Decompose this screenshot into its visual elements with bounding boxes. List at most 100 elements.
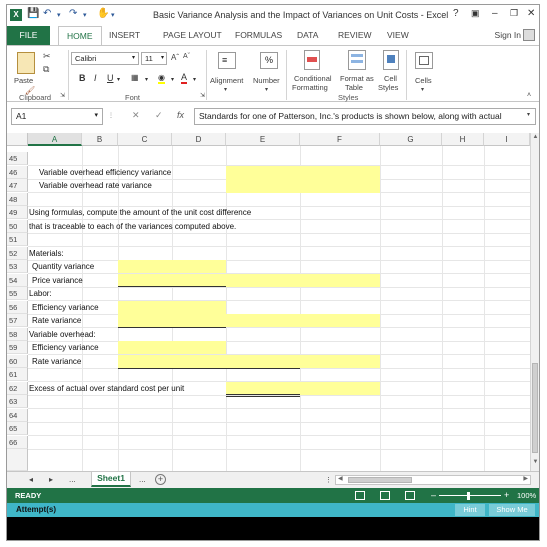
- row-header-51[interactable]: 51: [7, 233, 28, 246]
- column-header-h[interactable]: H: [442, 133, 484, 146]
- tab-review[interactable]: REVIEW: [338, 26, 372, 46]
- scroll-left-icon[interactable]: ◀: [338, 475, 343, 482]
- row-header-62[interactable]: 62: [7, 381, 28, 395]
- chevron-down-icon[interactable]: ▾: [117, 76, 120, 83]
- name-box[interactable]: A1 ▾: [11, 108, 103, 125]
- scroll-down-icon[interactable]: ▼: [531, 459, 539, 469]
- undo-dropdown-icon[interactable]: ▾: [57, 11, 61, 19]
- scroll-right-icon[interactable]: ▶: [523, 475, 528, 482]
- touch-mode-icon[interactable]: ✋: [97, 8, 109, 19]
- row-header-56[interactable]: 56: [7, 300, 28, 314]
- scroll-thumb[interactable]: [348, 477, 412, 483]
- underline-button[interactable]: U: [107, 73, 114, 83]
- sheet-ellipsis[interactable]: ...: [69, 475, 76, 484]
- font-size-select[interactable]: 11 ▾: [141, 52, 167, 65]
- tab-view[interactable]: VIEW: [387, 26, 409, 46]
- column-header-i[interactable]: I: [484, 133, 530, 146]
- tab-page-layout[interactable]: PAGE LAYOUT: [163, 26, 222, 46]
- conditional-formatting-line1[interactable]: Conditional: [294, 74, 332, 83]
- worksheet-grid[interactable]: A B C D E F G H I 45 46 47 48 49 50 51 5…: [7, 133, 530, 471]
- input-cell-c54[interactable]: [118, 273, 226, 287]
- input-cell-e60[interactable]: [226, 354, 380, 368]
- hint-button[interactable]: Hint: [455, 504, 485, 516]
- input-cell-c57[interactable]: [118, 314, 226, 327]
- row-header-55[interactable]: 55: [7, 287, 28, 300]
- ribbon-display-options-icon[interactable]: ▣: [471, 8, 480, 19]
- font-name-select[interactable]: Calibri ▾: [71, 52, 139, 65]
- row-header-66[interactable]: 66: [7, 435, 28, 449]
- cancel-entry-icon[interactable]: ✕: [132, 110, 140, 121]
- row-header-48[interactable]: 48: [7, 192, 28, 206]
- zoom-slider-knob[interactable]: [467, 492, 470, 500]
- copy-icon[interactable]: ⧉: [43, 64, 49, 75]
- row-header-49[interactable]: 49: [7, 206, 28, 219]
- insert-function-icon[interactable]: fx: [177, 110, 184, 120]
- row-header-54[interactable]: 54: [7, 273, 28, 287]
- row-header-47[interactable]: 47: [7, 179, 28, 192]
- column-header-d[interactable]: D: [172, 133, 226, 146]
- row-header-46[interactable]: 46: [7, 165, 28, 179]
- undo-icon[interactable]: ↶: [43, 8, 51, 19]
- sheet-ellipsis-after[interactable]: ...: [139, 475, 146, 484]
- page-layout-view-icon[interactable]: [380, 491, 390, 500]
- show-me-button[interactable]: Show Me: [489, 504, 535, 516]
- input-cell-e57[interactable]: [226, 314, 380, 327]
- prev-sheet-icon[interactable]: ◂: [29, 475, 33, 484]
- zoom-out-button[interactable]: –: [431, 490, 436, 500]
- row-header-50[interactable]: 50: [7, 219, 28, 233]
- scroll-up-icon[interactable]: ▲: [531, 134, 539, 144]
- fill-color-icon[interactable]: ◉: [158, 73, 165, 84]
- vertical-scrollbar[interactable]: ▲ ▼: [530, 133, 539, 471]
- save-icon[interactable]: 💾: [27, 8, 39, 19]
- alignment-button[interactable]: Alignment: [210, 76, 243, 85]
- customize-qat-icon[interactable]: ▾: [111, 11, 115, 19]
- decrease-font-icon[interactable]: Aˇ: [183, 53, 190, 60]
- input-cell-c53[interactable]: [118, 260, 226, 273]
- clipboard-launcher-icon[interactable]: ⇲: [60, 92, 65, 99]
- tab-data[interactable]: DATA: [297, 26, 318, 46]
- normal-view-icon[interactable]: [355, 491, 365, 500]
- collapse-ribbon-icon[interactable]: ˄: [527, 92, 531, 99]
- input-cell-c56[interactable]: [118, 300, 226, 314]
- conditional-formatting-line2[interactable]: Formatting: [292, 83, 328, 92]
- redo-dropdown-icon[interactable]: ▾: [83, 11, 87, 19]
- cell-styles-line2[interactable]: Styles: [378, 83, 398, 92]
- format-as-table-icon[interactable]: [348, 50, 366, 70]
- formula-input[interactable]: Standards for one of Patterson, Inc.'s p…: [194, 108, 536, 125]
- font-color-icon[interactable]: A: [181, 73, 188, 84]
- column-header-f[interactable]: F: [300, 133, 380, 146]
- format-as-table-line1[interactable]: Format as: [340, 74, 374, 83]
- tab-insert[interactable]: INSERT: [109, 26, 140, 46]
- column-header-b[interactable]: B: [82, 133, 118, 146]
- tab-formulas[interactable]: FORMULAS: [235, 26, 282, 46]
- alignment-icon[interactable]: ≡: [218, 52, 236, 69]
- select-all-corner[interactable]: [7, 133, 28, 146]
- column-header-e[interactable]: E: [226, 133, 300, 146]
- page-break-view-icon[interactable]: [405, 491, 415, 500]
- chevron-down-icon[interactable]: ▾: [193, 76, 196, 83]
- row-header-45[interactable]: 45: [7, 152, 28, 165]
- redo-icon[interactable]: ↷: [69, 8, 77, 19]
- row-header-60[interactable]: 60: [7, 354, 28, 368]
- tab-home[interactable]: HOME: [58, 26, 102, 46]
- format-as-table-line2[interactable]: Table: [345, 83, 363, 92]
- italic-button[interactable]: I: [94, 73, 97, 83]
- zoom-level[interactable]: 100%: [517, 491, 536, 500]
- zoom-in-button[interactable]: +: [504, 490, 509, 500]
- next-sheet-icon[interactable]: ▸: [49, 475, 53, 484]
- cut-icon[interactable]: ✂: [43, 51, 51, 62]
- expand-formula-bar-icon[interactable]: ▾: [527, 111, 530, 118]
- cells-button[interactable]: Cells: [415, 76, 432, 85]
- row-header-65[interactable]: 65: [7, 422, 28, 435]
- row-header-63[interactable]: 63: [7, 395, 28, 408]
- row-header-61[interactable]: 61: [7, 368, 28, 381]
- cells-icon[interactable]: [415, 52, 433, 69]
- cell-styles-line1[interactable]: Cell: [384, 74, 397, 83]
- row-header-64[interactable]: 64: [7, 408, 28, 422]
- tab-sheet1[interactable]: Sheet1: [91, 472, 131, 487]
- sign-in-link[interactable]: Sign In: [495, 30, 521, 40]
- borders-icon[interactable]: ▦: [131, 73, 139, 82]
- row-header-52[interactable]: 52: [7, 246, 28, 260]
- row-header-59[interactable]: 59: [7, 341, 28, 354]
- restore-button[interactable]: ❐: [510, 8, 518, 19]
